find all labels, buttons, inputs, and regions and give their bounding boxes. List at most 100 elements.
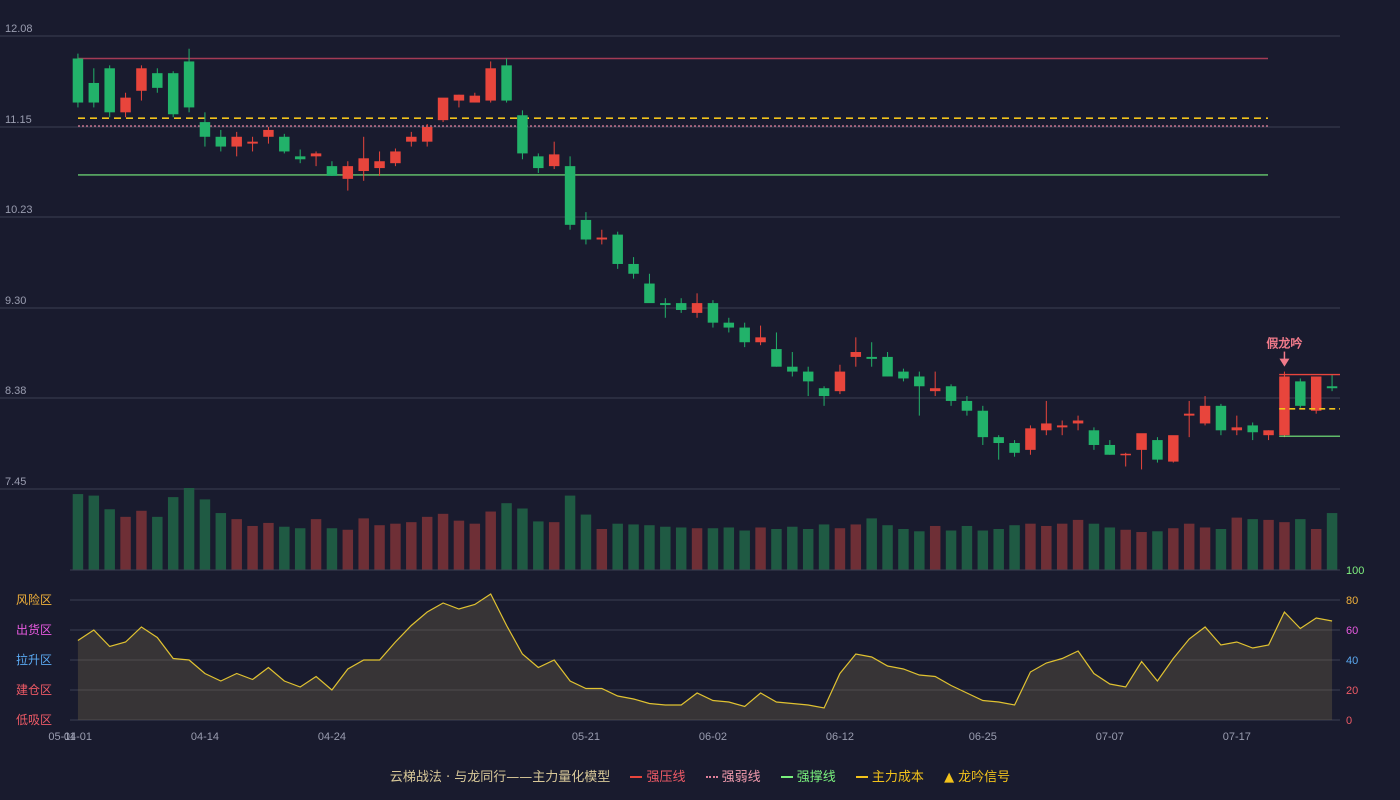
candle-body (231, 136, 242, 147)
candle-body (374, 161, 385, 169)
volume-bar (1088, 523, 1100, 570)
volume-bar (977, 530, 989, 570)
candle-body (120, 97, 131, 113)
volume-bar (501, 503, 512, 570)
volume-bar (263, 522, 274, 570)
price-tick-label: 10.23 (5, 204, 33, 216)
volume-bar (834, 528, 846, 570)
candle-body (612, 234, 623, 264)
candle-body (1183, 413, 1195, 416)
x-tick-label: 06-25 (969, 731, 997, 743)
volume-bar (1263, 519, 1274, 570)
volume-bar (358, 518, 369, 570)
volume-bar (707, 528, 719, 570)
candle-body (533, 156, 544, 169)
legend-dragon-signal: ▲ 龙吟信号 (944, 770, 1011, 785)
candle-body (1231, 427, 1243, 431)
volume-bar (136, 510, 147, 570)
candle-body (1279, 376, 1290, 436)
volume-bar (771, 529, 782, 570)
volume-bar (580, 514, 592, 570)
oscillator-tick-label: 100 (1346, 565, 1364, 577)
volume-bar (1247, 519, 1258, 570)
candle-body (1009, 443, 1020, 453)
volume-bar (104, 509, 115, 570)
volume-bar (326, 528, 338, 570)
volume-bar (961, 525, 973, 570)
oscillator-zone-label: 建仓区 (16, 683, 52, 697)
candle-body (993, 437, 1004, 444)
candle-body (310, 153, 322, 157)
candle-body (326, 166, 338, 176)
oscillator-zone-label: 出货区 (16, 622, 52, 637)
volume-bar (374, 525, 385, 570)
candle-body (660, 303, 671, 306)
oscillator-tick-label: 20 (1346, 685, 1358, 697)
volume-bar (612, 523, 623, 570)
legend-strong-support: 强撑线 (780, 766, 836, 785)
volume-bar (723, 527, 735, 570)
candle-body (1326, 386, 1338, 389)
volume-bar (660, 526, 671, 570)
oscillator-zone-label: 低吸区 (16, 713, 52, 727)
volume-bar (993, 529, 1004, 570)
volume-bar (1072, 519, 1084, 570)
volume-bar (1168, 528, 1179, 570)
candle-body (707, 303, 719, 323)
candle-body (596, 237, 608, 240)
oscillator-tick-label: 0 (1346, 715, 1352, 727)
candle-body (882, 356, 893, 377)
candle-body (834, 371, 846, 392)
legend-main-cost: 主力成本 (855, 766, 924, 785)
candle-body (469, 95, 481, 103)
candle-body (453, 94, 465, 101)
volume-bar (691, 528, 703, 570)
volume-bar (183, 488, 195, 570)
candle-body (1120, 453, 1131, 456)
volume-bar (342, 529, 354, 570)
volume-bar (294, 528, 306, 570)
legend-strong-resistance: 强压线 (630, 766, 685, 785)
candle-body (517, 115, 528, 154)
volume-bar (469, 523, 481, 570)
x-tick-label: 06-02 (699, 731, 727, 743)
volume-bar (1152, 531, 1163, 570)
candle-body (1295, 381, 1306, 406)
candle-body (1056, 425, 1068, 428)
volume-bar (1310, 529, 1322, 570)
volume-bar (1104, 527, 1116, 570)
volume-bar (929, 525, 941, 570)
x-tick-label: 04-24 (318, 731, 346, 743)
candle-body (787, 366, 798, 372)
candle-body (739, 327, 750, 343)
candle-body (818, 388, 830, 397)
volume-bar (421, 516, 433, 570)
candle-body (279, 136, 290, 152)
volume-bar (88, 495, 100, 570)
candle-body (771, 349, 782, 367)
candle-body (183, 61, 195, 108)
volume-bar (802, 529, 814, 570)
volume-bar (215, 513, 227, 570)
candle-body (406, 136, 417, 142)
volume-bar (628, 524, 639, 570)
candle-body (866, 356, 877, 359)
price-tick-label: 11.15 (5, 114, 32, 126)
candle-body (88, 82, 100, 103)
volume-bar (517, 508, 528, 570)
volume-bar (1279, 522, 1290, 570)
volume-bar (755, 527, 766, 570)
volume-bar (199, 499, 211, 570)
candle-body (1310, 376, 1322, 411)
volume-bar (1326, 513, 1338, 570)
volume-bar (1009, 525, 1020, 570)
legend-title: 云梯战法 · 与龙同行——主力量化模型 (389, 770, 611, 785)
volume-bar (72, 494, 84, 570)
volume-bar (596, 529, 608, 570)
candle-body (501, 65, 512, 101)
candle-body (358, 158, 369, 172)
candle-body (437, 97, 449, 121)
candle-body (104, 68, 115, 113)
volume-bar (644, 525, 655, 570)
candle-body (1168, 435, 1179, 462)
